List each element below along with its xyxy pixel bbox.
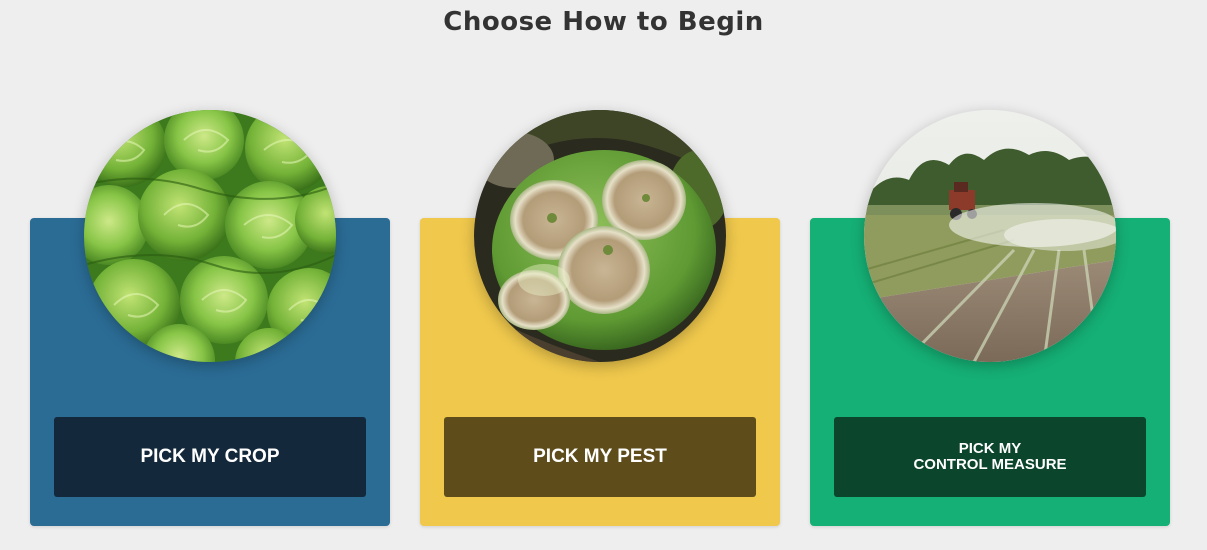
pick-my-control-measure-label-line2: CONTROL MEASURE (913, 456, 1067, 473)
pick-my-pest-button[interactable]: PICK MY PEST (444, 417, 756, 497)
pick-my-control-measure-button[interactable]: PICK MY CONTROL MEASURE (834, 417, 1146, 497)
pick-my-crop-button[interactable]: PICK MY CROP (54, 417, 366, 497)
lettuce-photo (84, 110, 336, 362)
pick-my-pest-label: PICK MY PEST (533, 446, 667, 467)
pick-my-control-measure-label-line1: PICK MY (958, 440, 1022, 457)
pick-my-crop-label: PICK MY CROP (140, 446, 280, 467)
choose-how-to-begin-page: Choose How to Begin PICK MY CROP PICK MY… (0, 0, 1207, 550)
tractor-spraying-field-photo (864, 110, 1116, 362)
diseased-melon-photo (474, 110, 726, 362)
page-title: Choose How to Begin (443, 7, 764, 37)
